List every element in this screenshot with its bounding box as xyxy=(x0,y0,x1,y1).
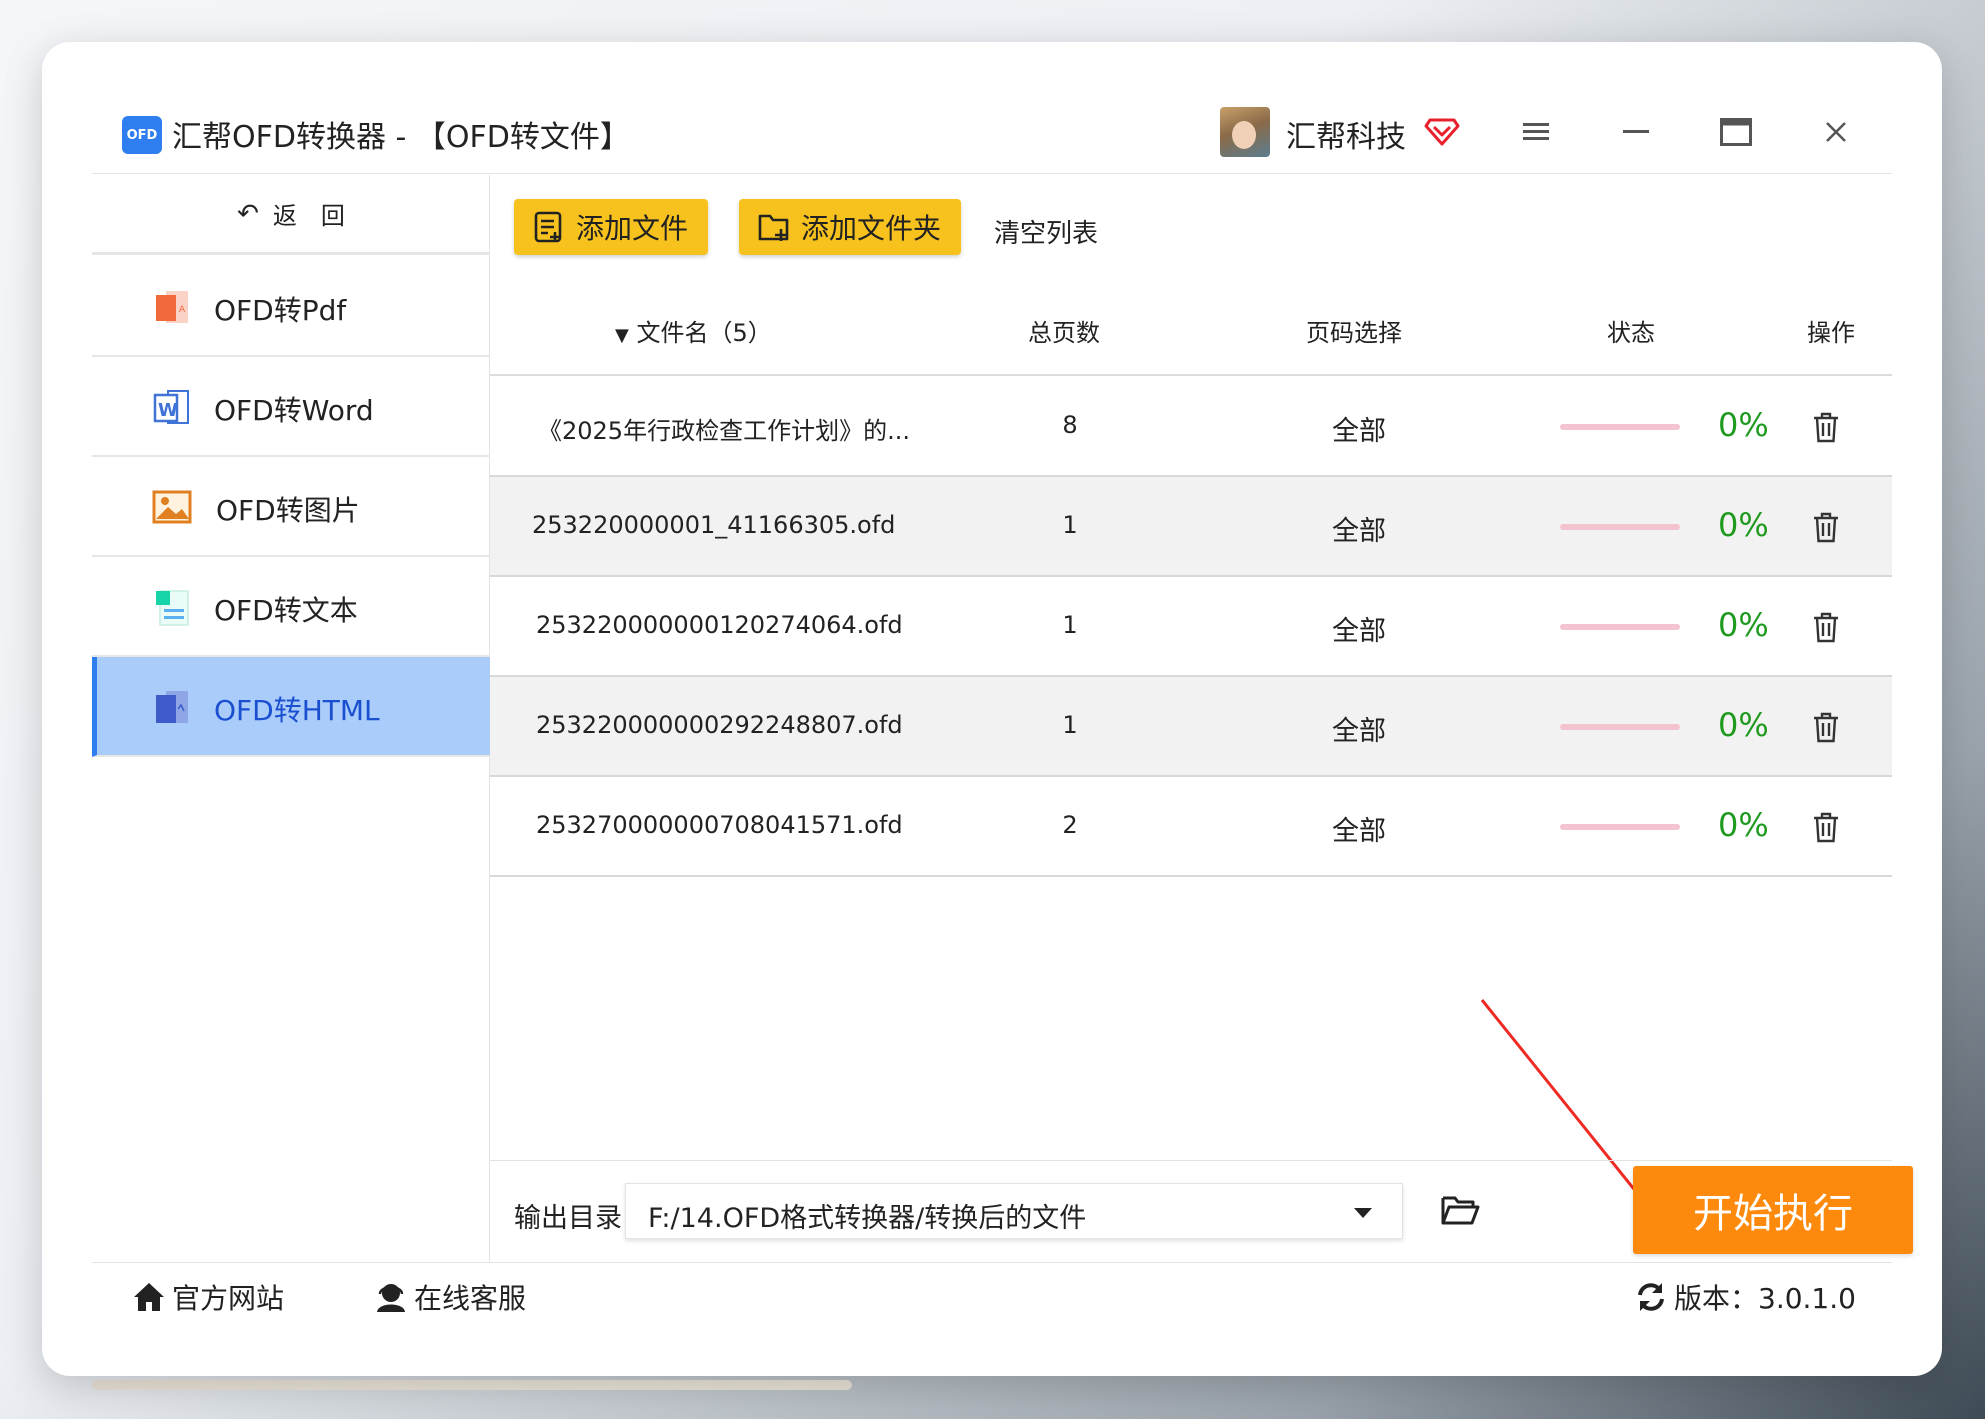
html-icon xyxy=(156,691,188,723)
back-button[interactable]: ↶ 返 回 xyxy=(92,175,490,255)
support-agent-icon xyxy=(377,1284,405,1312)
svg-text:A: A xyxy=(179,305,186,315)
window-title: 汇帮OFD转换器 - 【OFD转文件】 xyxy=(172,120,630,155)
table-row[interactable]: 253220000001_41166305.ofd 1 全部 0% xyxy=(490,477,1892,577)
sort-down-icon: ▼ xyxy=(615,325,629,346)
sidebar-item-ofd-to-image[interactable]: OFD转图片 xyxy=(92,457,490,557)
sidebar-item-ofd-to-text[interactable]: OFD转文本 xyxy=(92,557,490,657)
table-header: ▼ 文件名（5） 总页数 页码选择 状态 操作 xyxy=(490,275,1892,376)
clear-list-button[interactable]: 清空列表 xyxy=(994,213,1098,250)
column-header-range: 页码选择 xyxy=(1306,319,1402,347)
add-folder-icon xyxy=(758,214,789,241)
page-count: 1 xyxy=(1062,511,1078,539)
version-info[interactable]: 版本：3.0.1.0 xyxy=(1634,1277,1856,1317)
minimize-icon[interactable] xyxy=(1616,112,1656,152)
delete-icon[interactable] xyxy=(1811,511,1841,543)
open-folder-icon[interactable] xyxy=(1440,1193,1480,1227)
company-name: 汇帮科技 xyxy=(1286,120,1406,155)
user-avatar[interactable] xyxy=(1220,107,1270,157)
table-row[interactable]: 253270000000708041571.ofd 2 全部 0% xyxy=(490,777,1892,877)
delete-icon[interactable] xyxy=(1811,411,1841,443)
refresh-icon xyxy=(1638,1283,1664,1311)
close-icon[interactable] xyxy=(1816,112,1856,152)
sidebar-item-label: OFD转文本 xyxy=(214,594,358,627)
home-icon xyxy=(134,1283,164,1311)
column-header-status: 状态 xyxy=(1607,319,1655,347)
page-range-select[interactable]: 全部 xyxy=(1332,409,1386,448)
image-icon xyxy=(152,490,192,524)
app-window: OFD 汇帮OFD转换器 - 【OFD转文件】 汇帮科技 ↶ 返 回 A OFD… xyxy=(92,92,1913,1327)
table-row[interactable]: 253220000000120274064.ofd 1 全部 0% xyxy=(490,577,1892,677)
file-name: 253220000000292248807.ofd xyxy=(536,711,903,739)
back-arrow-icon: ↶ xyxy=(237,198,259,229)
progress-percent: 0% xyxy=(1718,706,1769,744)
online-service-link[interactable]: 在线客服 xyxy=(374,1277,526,1317)
file-name: 253220000001_41166305.ofd xyxy=(532,511,896,539)
page-range-select[interactable]: 全部 xyxy=(1332,609,1386,648)
progress-bar xyxy=(1560,824,1680,830)
delete-icon[interactable] xyxy=(1811,611,1841,643)
column-header-pages: 总页数 xyxy=(1028,319,1100,347)
title-bar: OFD 汇帮OFD转换器 - 【OFD转文件】 汇帮科技 xyxy=(92,92,1892,174)
version-label: 版本：3.0.1.0 xyxy=(1674,1282,1856,1315)
add-file-button[interactable]: 添加文件 xyxy=(514,199,708,255)
delete-icon[interactable] xyxy=(1811,811,1841,843)
progress-bar xyxy=(1560,424,1680,430)
sidebar-item-label: OFD转HTML xyxy=(214,694,380,727)
progress-bar xyxy=(1560,624,1680,630)
output-bar: 输出目录： F:/14.OFD格式转换器/转换后的文件 开始执行 xyxy=(490,1160,1913,1262)
add-file-label: 添加文件 xyxy=(576,212,689,245)
file-name: 253270000000708041571.ofd xyxy=(536,811,903,839)
add-file-icon xyxy=(534,211,562,243)
back-label: 返 回 xyxy=(272,202,345,230)
chevron-down-icon xyxy=(1354,1208,1372,1218)
progress-percent: 0% xyxy=(1718,606,1769,644)
delete-icon[interactable] xyxy=(1811,711,1841,743)
page-range-select[interactable]: 全部 xyxy=(1332,509,1386,548)
page-count: 1 xyxy=(1062,711,1078,739)
page-count: 2 xyxy=(1062,811,1078,839)
progress-percent: 0% xyxy=(1718,806,1769,844)
svg-text:W: W xyxy=(158,400,178,421)
output-dir-value: F:/14.OFD格式转换器/转换后的文件 xyxy=(648,1203,1087,1234)
page-count: 8 xyxy=(1062,411,1078,439)
sidebar: ↶ 返 回 A OFD转Pdf W OFD转Word OFD转图片 OFD转文本… xyxy=(92,175,490,1262)
footer: 官方网站 在线客服 版本：3.0.1.0 xyxy=(92,1262,1892,1327)
file-name: 《2025年行政检查工作计划》的... xyxy=(538,417,910,445)
background-blur-line xyxy=(92,1380,852,1390)
add-folder-label: 添加文件夹 xyxy=(801,212,942,245)
page-range-select[interactable]: 全部 xyxy=(1332,809,1386,848)
vip-diamond-icon[interactable] xyxy=(1424,112,1460,148)
official-site-label: 官方网站 xyxy=(172,1282,285,1315)
table-row[interactable]: 《2025年行政检查工作计划》的... 8 全部 0% xyxy=(490,377,1892,477)
menu-icon[interactable] xyxy=(1516,112,1556,152)
sidebar-item-ofd-to-pdf[interactable]: A OFD转Pdf xyxy=(92,257,490,357)
page-count: 1 xyxy=(1062,611,1078,639)
output-dir-select[interactable]: F:/14.OFD格式转换器/转换后的文件 xyxy=(625,1183,1403,1239)
app-logo-icon: OFD xyxy=(122,116,162,154)
sidebar-item-label: OFD转图片 xyxy=(216,494,360,527)
progress-percent: 0% xyxy=(1718,406,1769,444)
sidebar-item-ofd-to-word[interactable]: W OFD转Word xyxy=(92,357,490,457)
column-header-filename[interactable]: ▼ 文件名（5） xyxy=(615,313,772,348)
progress-bar xyxy=(1560,524,1680,530)
text-icon xyxy=(156,590,189,626)
pdf-icon: A xyxy=(156,291,188,323)
start-button[interactable]: 开始执行 xyxy=(1633,1166,1913,1254)
online-service-label: 在线客服 xyxy=(414,1282,527,1315)
sidebar-item-ofd-to-html[interactable]: OFD转HTML xyxy=(92,657,490,757)
progress-bar xyxy=(1560,724,1680,730)
sidebar-item-label: OFD转Pdf xyxy=(214,294,347,327)
add-folder-button[interactable]: 添加文件夹 xyxy=(739,199,961,255)
official-site-link[interactable]: 官方网站 xyxy=(132,1277,284,1317)
toolbar: 添加文件 添加文件夹 清空列表 xyxy=(490,175,1892,275)
maximize-icon[interactable] xyxy=(1716,112,1756,152)
page-range-select[interactable]: 全部 xyxy=(1332,709,1386,748)
word-icon: W xyxy=(153,390,189,424)
sidebar-item-label: OFD转Word xyxy=(214,394,374,427)
table-row[interactable]: 253220000000292248807.ofd 1 全部 0% xyxy=(490,677,1892,777)
file-name: 253220000000120274064.ofd xyxy=(536,611,903,639)
progress-percent: 0% xyxy=(1718,506,1769,544)
column-header-action: 操作 xyxy=(1807,319,1855,347)
